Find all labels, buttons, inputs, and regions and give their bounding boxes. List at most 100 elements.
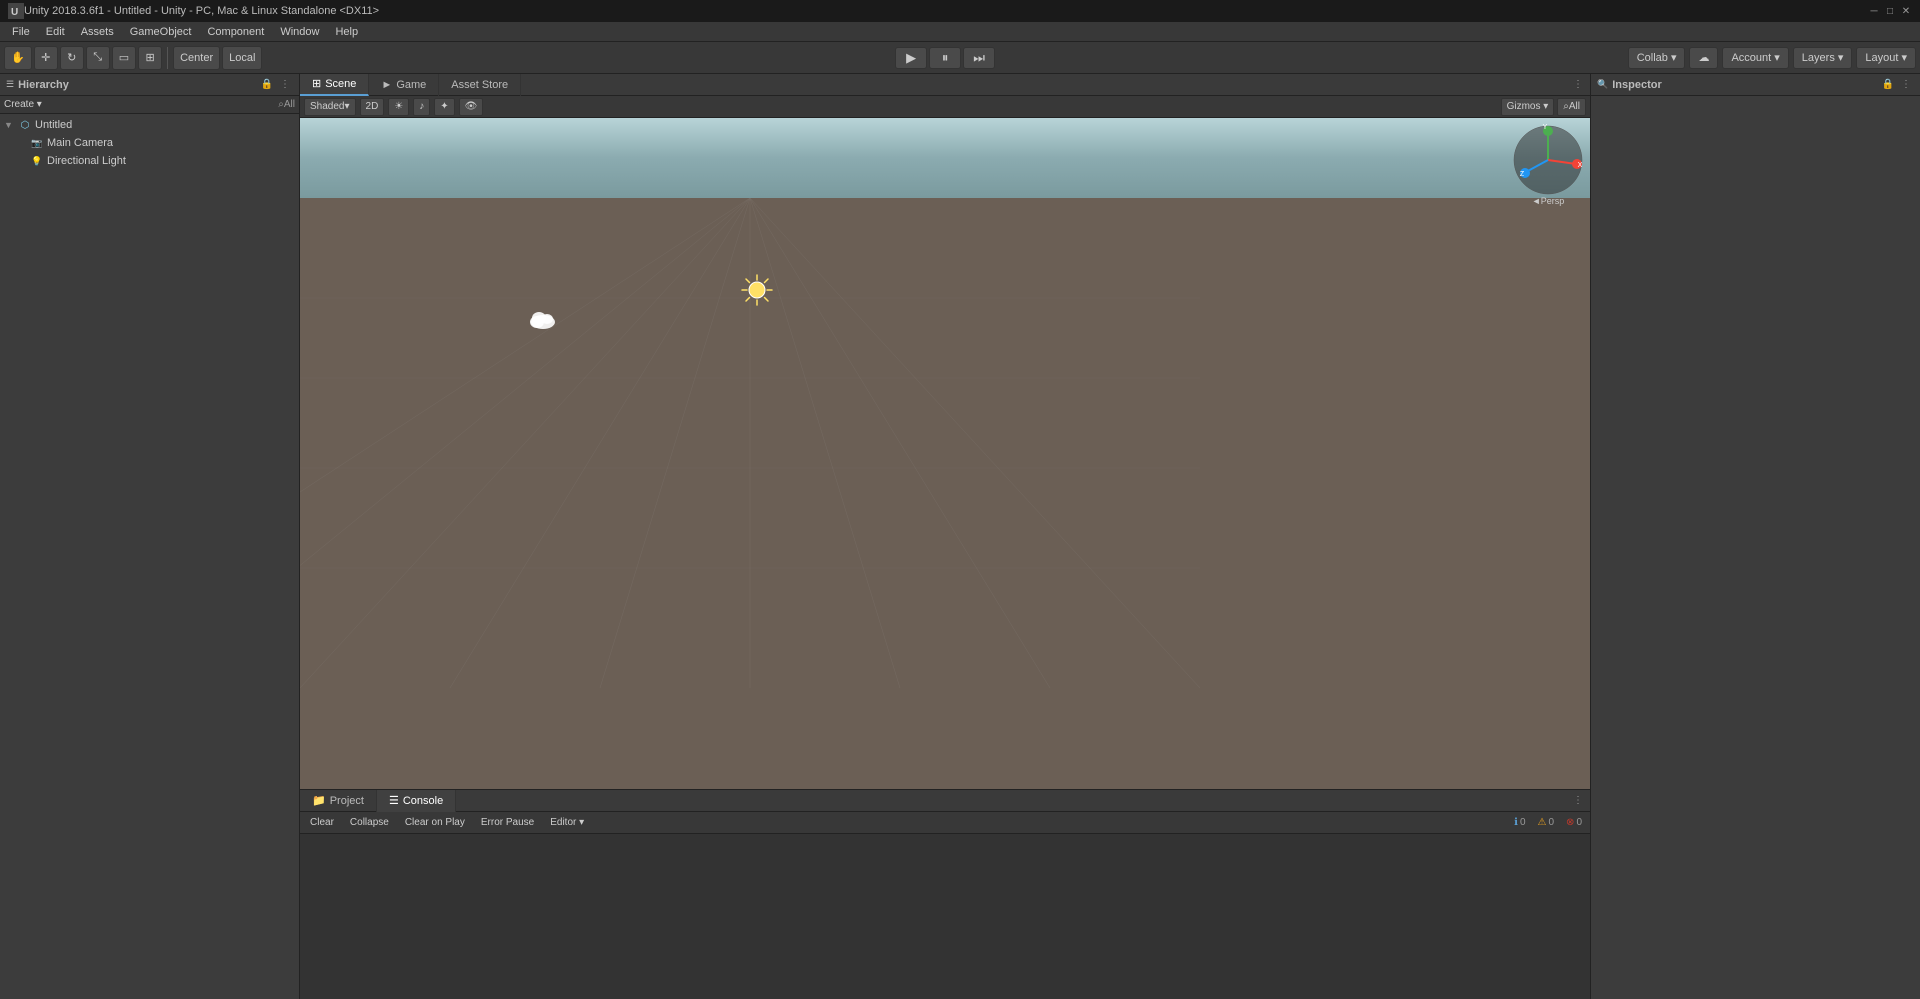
toolbar-right: Collab ▾ ☁ Account ▾ Layers ▾ Layout ▾ (1628, 47, 1916, 69)
layout-button[interactable]: Layout ▾ (1856, 47, 1916, 69)
directional-light-icon (740, 273, 774, 315)
svg-text:X: X (1578, 162, 1583, 169)
gizmos-button[interactable]: Gizmos ▾ (1501, 98, 1555, 116)
scale-tool-button[interactable]: ⤡ (86, 46, 110, 70)
hierarchy-directional-light[interactable]: 💡 Directional Light (0, 152, 299, 170)
inspector-content (1591, 96, 1920, 999)
center-button[interactable]: Center (173, 46, 220, 70)
info-badge[interactable]: ℹ 0 (1510, 817, 1529, 828)
scene-panel-menu-button[interactable]: ⋮ (1570, 77, 1586, 93)
project-tab-label: Project (330, 795, 364, 807)
info-icon: ℹ (1514, 817, 1518, 828)
editor-dropdown-button[interactable]: Editor ▾ (544, 814, 590, 832)
scene-hidden-button[interactable]: 👁 (459, 98, 484, 116)
hierarchy-lock-button[interactable]: 🔒 (259, 77, 275, 93)
inspector-menu-button[interactable]: ⋮ (1898, 77, 1914, 93)
multi-tool-button[interactable]: ⊞ (138, 46, 162, 70)
persp-text: ◄Persp (1532, 196, 1564, 206)
scene-toolbar-right: Gizmos ▾ ⌕All (1501, 98, 1586, 116)
scene-effects-button[interactable]: ✦ (434, 98, 454, 116)
move-tool-button[interactable]: ✛ (34, 46, 58, 70)
hierarchy-search[interactable]: ⌕All (278, 99, 295, 110)
layers-button[interactable]: Layers ▾ (1793, 47, 1853, 69)
cloud-button[interactable]: ☁ (1689, 47, 1718, 69)
bottom-panel-menu-button[interactable]: ⋮ (1570, 793, 1586, 809)
create-label: Create ▾ (4, 99, 42, 110)
scene-all-label: ⌕All (1563, 101, 1580, 112)
error-badge[interactable]: ⊗ 0 (1562, 817, 1586, 828)
inspector-title: Inspector (1612, 79, 1662, 91)
warning-icon: ⚠ (1538, 817, 1547, 828)
scene-audio-button[interactable]: ♪ (413, 98, 430, 116)
step-button[interactable]: ⏭ (963, 47, 995, 69)
play-button[interactable]: ▶ (895, 47, 927, 69)
inspector-lock-button[interactable]: 🔒 (1880, 77, 1896, 93)
restore-button[interactable]: □ (1884, 5, 1896, 17)
main-layout: ☰ Hierarchy 🔒 ⋮ Create ▾ ⌕All ▼ ⬡ Untitl… (0, 74, 1920, 999)
asset-store-tab-label: Asset Store (451, 79, 508, 91)
layers-label: Layers ▾ (1802, 51, 1844, 64)
persp-label[interactable]: ◄Persp (1512, 196, 1584, 206)
hand-tool-button[interactable]: ✋ (4, 46, 32, 70)
hierarchy-scene-root[interactable]: ▼ ⬡ Untitled (0, 116, 299, 134)
account-button[interactable]: Account ▾ (1722, 47, 1788, 69)
rect-tool-button[interactable]: ▭ (112, 46, 136, 70)
rotate-tool-button[interactable]: ↻ (60, 46, 84, 70)
error-icon: ⊗ (1566, 817, 1574, 828)
inspector-panel: 🔍 Inspector 🔒 ⋮ (1590, 74, 1920, 999)
pause-button[interactable]: ⏸ (929, 47, 961, 69)
collapse-button[interactable]: Collapse (344, 814, 395, 832)
menu-gameobject[interactable]: GameObject (122, 22, 200, 41)
hierarchy-panel: ☰ Hierarchy 🔒 ⋮ Create ▾ ⌕All ▼ ⬡ Untitl… (0, 74, 300, 999)
unity-logo-icon: U (8, 3, 24, 19)
scene-sky (300, 118, 1590, 198)
clear-button[interactable]: Clear (304, 814, 340, 832)
menu-component[interactable]: Component (199, 22, 272, 41)
scene-tab-label: Scene (325, 78, 356, 90)
menu-file[interactable]: File (4, 22, 38, 41)
collab-label: Collab ▾ (1637, 51, 1677, 64)
warning-badge[interactable]: ⚠ 0 (1534, 817, 1559, 828)
error-count: 0 (1576, 817, 1582, 828)
clear-on-play-button[interactable]: Clear on Play (399, 814, 471, 832)
menu-help[interactable]: Help (327, 22, 366, 41)
scene-viewport[interactable]: Y X Z ◄Persp (300, 118, 1590, 789)
game-tab-icon: ► (381, 79, 392, 91)
warning-count: 0 (1548, 817, 1554, 828)
game-tab-label: Game (396, 79, 426, 91)
hierarchy-main-camera[interactable]: 📷 Main Camera (0, 134, 299, 152)
scene-tab-icon: ⊞ (312, 77, 321, 90)
tab-asset-store[interactable]: Asset Store (439, 74, 521, 96)
shading-mode-button[interactable]: Shaded ▾ (304, 98, 356, 116)
svg-text:Z: Z (1520, 171, 1525, 178)
bottom-tabs: 📁 Project ☰ Console ⋮ (300, 790, 1590, 812)
error-pause-button[interactable]: Error Pause (475, 814, 540, 832)
tab-project[interactable]: 📁 Project (300, 790, 377, 812)
console-content (300, 834, 1590, 999)
hierarchy-toolbar: Create ▾ ⌕All (0, 96, 299, 114)
tab-game[interactable]: ► Game (369, 74, 439, 96)
hierarchy-create-button[interactable]: Create ▾ (4, 99, 42, 110)
close-button[interactable]: ✕ (1900, 5, 1912, 17)
menu-window[interactable]: Window (272, 22, 327, 41)
hierarchy-content: ▼ ⬡ Untitled 📷 Main Camera 💡 Directional… (0, 114, 299, 999)
cloud-scene-icon (525, 308, 561, 336)
2d-button[interactable]: 2D (360, 98, 385, 116)
account-label: Account ▾ (1731, 51, 1779, 64)
minimize-button[interactable]: ─ (1868, 5, 1880, 17)
light-icon: 💡 (30, 154, 44, 168)
menu-edit[interactable]: Edit (38, 22, 73, 41)
scene-lighting-button[interactable]: ☀ (388, 98, 409, 116)
tab-console[interactable]: ☰ Console (377, 790, 456, 812)
tab-scene[interactable]: ⊞ Scene (300, 74, 369, 96)
hierarchy-menu-button[interactable]: ⋮ (277, 77, 293, 93)
scene-grid (300, 198, 1590, 789)
scene-gizmo[interactable]: Y X Z (1512, 124, 1584, 196)
hierarchy-header: ☰ Hierarchy 🔒 ⋮ (0, 74, 299, 96)
menu-assets[interactable]: Assets (73, 22, 122, 41)
svg-text:U: U (11, 7, 18, 18)
local-button[interactable]: Local (222, 46, 262, 70)
menu-bar: File Edit Assets GameObject Component Wi… (0, 22, 1920, 42)
scene-search-button[interactable]: ⌕All (1557, 98, 1586, 116)
collab-button[interactable]: Collab ▾ (1628, 47, 1686, 69)
